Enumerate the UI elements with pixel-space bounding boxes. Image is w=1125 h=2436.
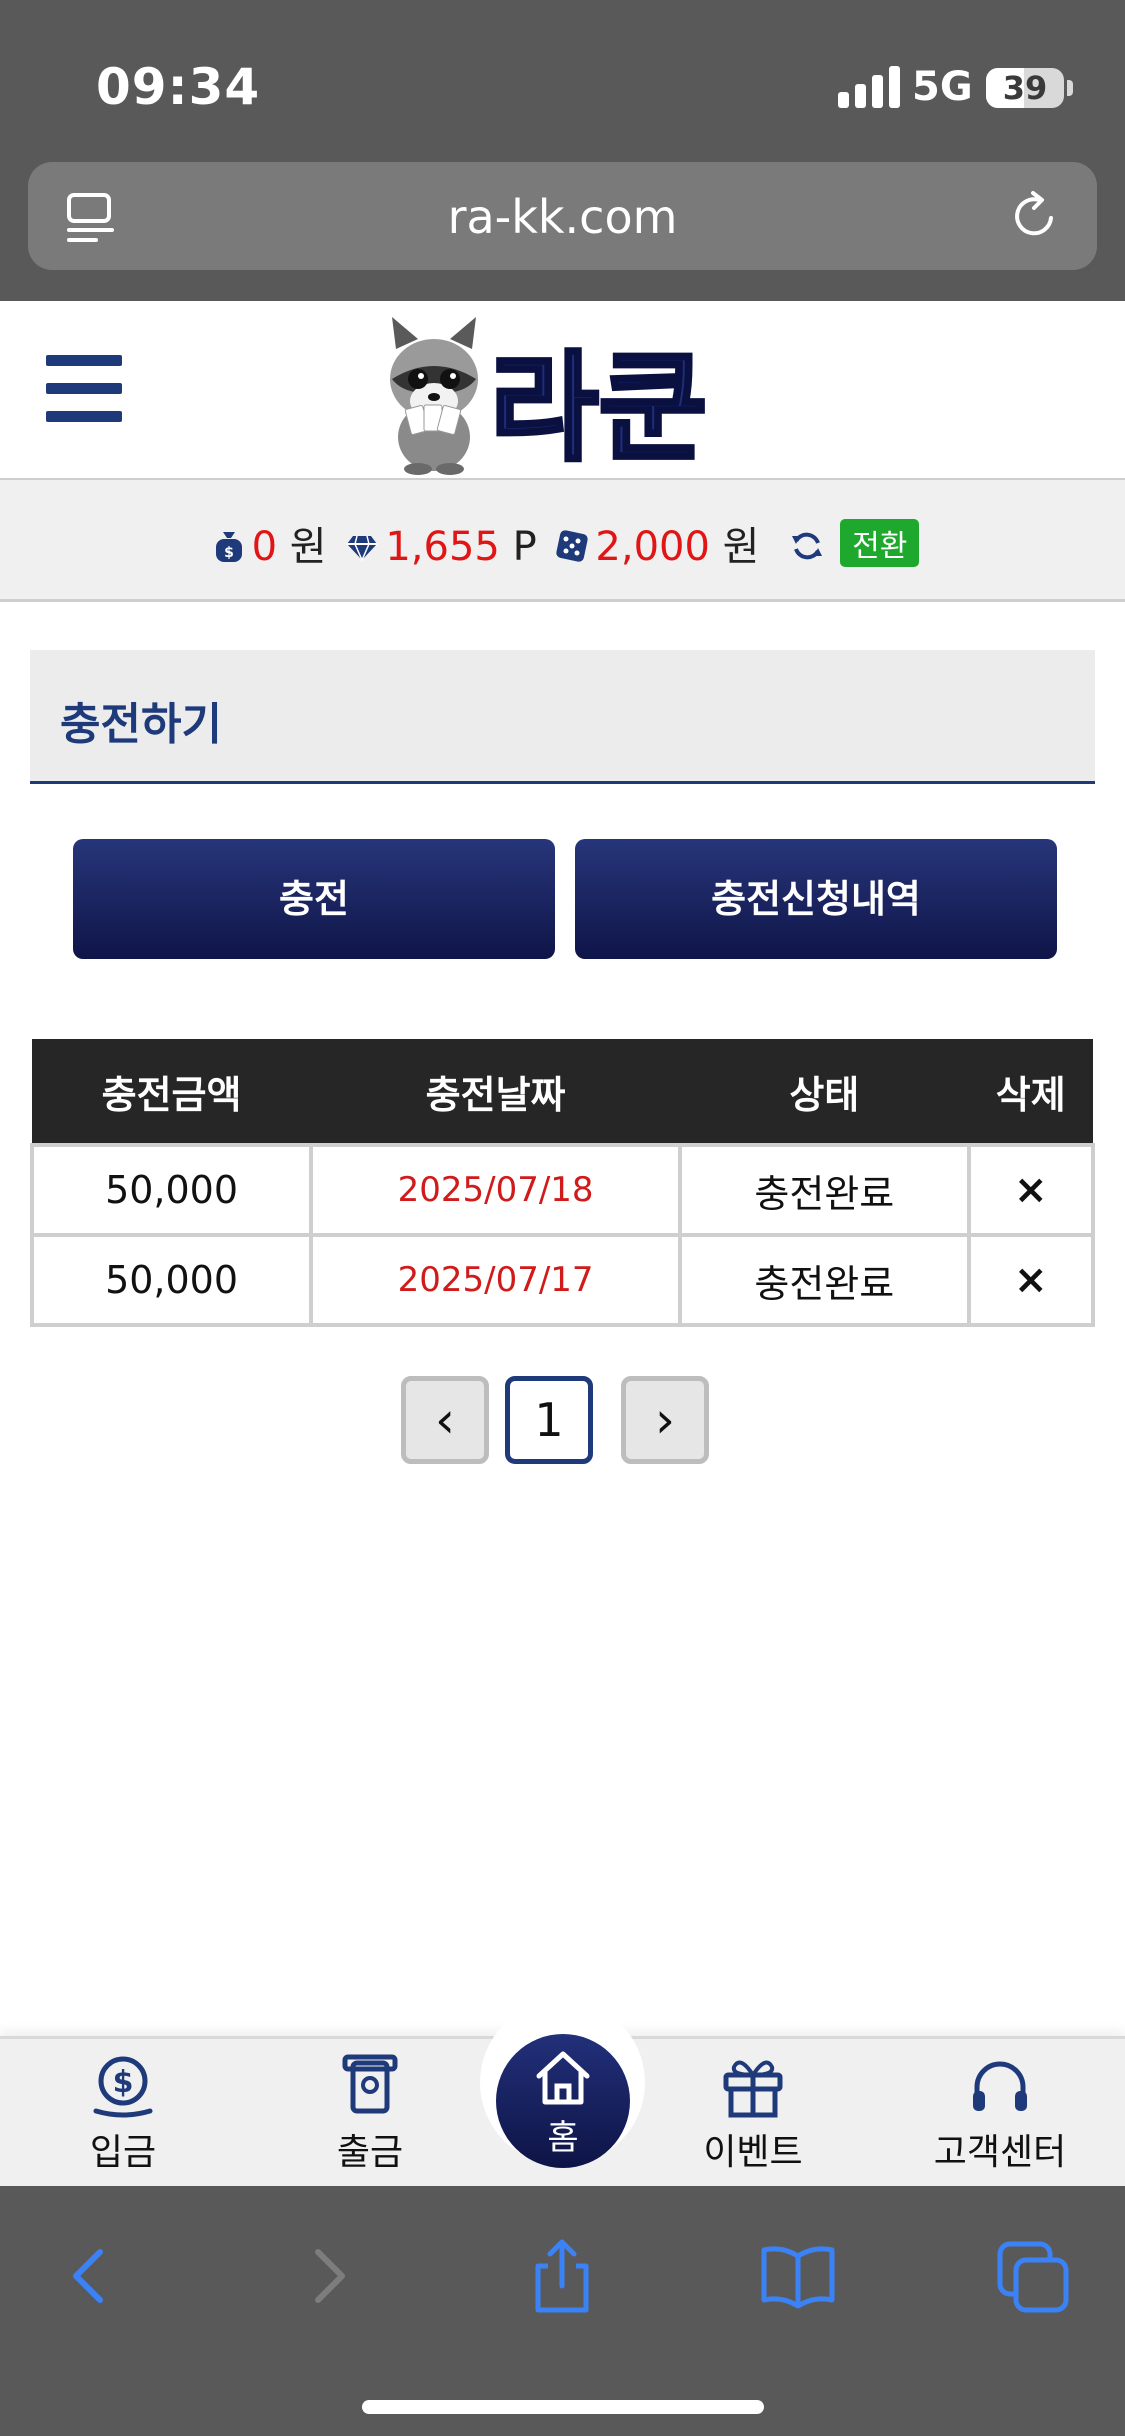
casino-unit: 원 [722,524,760,570]
pagination-current[interactable]: 1 [505,1376,593,1464]
table-row: 50,000 2025/07/17 충전완료 × [29,1233,1096,1327]
row-date: 2025/07/18 [309,1143,683,1237]
tab-charge-history[interactable]: 충전신청내역 [575,839,1057,959]
status-time: 09:34 [96,58,261,116]
points-unit: P [512,524,537,570]
svg-text:$: $ [113,2065,134,2100]
battery-icon: 39 [986,68,1064,108]
back-icon[interactable] [48,2236,128,2316]
home-icon [536,2051,590,2105]
home-indicator [362,2400,764,2414]
site-logo[interactable]: 라쿤 [378,309,748,477]
money-bag-icon: $ [215,532,242,562]
convert-button[interactable]: 전환 [840,519,920,567]
withdraw-icon [342,2054,398,2114]
logo-text: 라쿤 [490,339,707,477]
pagination-prev[interactable]: ‹ [401,1376,489,1464]
refresh-icon[interactable] [790,528,824,564]
page-title: 충전하기 [60,699,222,750]
nav-withdraw[interactable]: 출금 [280,2039,460,2189]
dice-icon [556,530,589,562]
battery-level: 39 [1002,69,1048,107]
svg-text:$: $ [224,545,234,561]
nav-event[interactable]: 이벤트 [663,2039,843,2189]
nav-withdraw-label: 출금 [336,2132,404,2173]
pagination-next[interactable]: › [621,1376,709,1464]
gift-icon [723,2060,783,2118]
header-amount: 충전금액 [32,1039,312,1145]
balance-bar: $ 0 원 1,655 P 2,000 원 전환 [0,480,1125,602]
row-status: 충전완료 [678,1143,971,1237]
diamond-icon [347,535,378,562]
share-icon[interactable] [522,2236,602,2316]
section-title: 충전하기 [30,650,1095,784]
nav-event-label: 이벤트 [703,2132,803,2173]
battery-nub [1067,80,1073,96]
header-status: 상태 [680,1039,969,1145]
balance-row: $ 0 원 1,655 P 2,000 원 전환 [0,514,1125,572]
tabs-icon[interactable] [994,2236,1074,2316]
headset-icon [973,2061,1027,2111]
signal-icon [838,66,900,108]
address-bar[interactable]: ra-kk.com [28,162,1097,270]
charge-history-table: 충전금액 충전날짜 상태 삭제 50,000 2025/07/18 충전완료 ×… [29,1039,1096,1327]
delete-button[interactable]: × [966,1143,1096,1237]
nav-deposit-label: 입금 [89,2132,157,2173]
nav-home[interactable]: 홈 [496,2034,630,2168]
forward-icon [315,2249,345,2303]
bookmarks-icon[interactable] [758,2236,838,2316]
tab-charge[interactable]: 충전 [73,839,555,959]
header-date: 충전날짜 [311,1039,681,1145]
network-type: 5G [912,64,973,110]
menu-icon[interactable] [46,355,122,423]
table-row: 50,000 2025/07/18 충전완료 × [29,1143,1096,1237]
nav-support[interactable]: 고객센터 [910,2039,1090,2189]
table-header-row: 충전금액 충전날짜 상태 삭제 [32,1039,1093,1145]
header-delete: 삭제 [968,1039,1093,1145]
casino-balance: 2,000 [595,524,710,570]
deposit-icon: $ [93,2056,153,2118]
url-text[interactable]: ra-kk.com [28,190,1097,244]
nav-deposit[interactable]: $ 입금 [33,2039,213,2189]
row-status: 충전완료 [678,1233,971,1327]
cash-balance: 0 [251,524,278,570]
row-amount: 50,000 [29,1233,314,1327]
delete-button[interactable]: × [966,1233,1096,1327]
row-amount: 50,000 [29,1143,314,1237]
cash-unit: 원 [289,524,327,570]
browser-toolbar [0,2186,1125,2436]
site-header: 라쿤 [0,301,1125,480]
nav-support-label: 고객센터 [933,2132,1067,2173]
reload-icon[interactable] [1009,190,1061,242]
browser-top-chrome: 09:34 5G 39 ra-kk.com [0,0,1125,301]
row-date: 2025/07/17 [309,1233,683,1327]
points-balance: 1,655 [385,524,500,570]
nav-home-label: 홈 [547,2118,579,2158]
